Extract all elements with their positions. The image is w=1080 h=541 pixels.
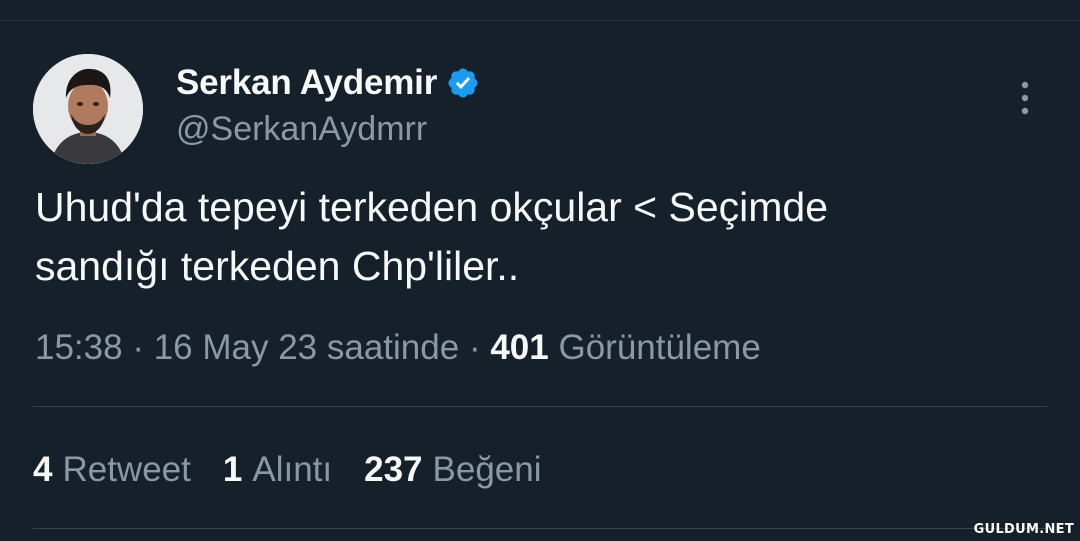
- tweet-stats: 4 Retweet 1 Alıntı 237 Beğeni: [33, 450, 574, 490]
- retweets-count: 4: [33, 450, 53, 489]
- quotes-count: 1: [222, 450, 243, 489]
- top-divider: [0, 20, 1080, 21]
- likes-count: 237: [364, 450, 423, 489]
- divider: [33, 528, 1047, 529]
- tweet-text-line: sandığı terkeden Chp'liler..: [35, 243, 520, 289]
- quotes-label: Alıntı: [252, 450, 333, 489]
- divider: [33, 406, 1047, 407]
- retweets-label: Retweet: [62, 450, 191, 489]
- retweets-stat[interactable]: 4 Retweet: [33, 450, 191, 490]
- likes-label: Beğeni: [432, 450, 542, 489]
- meta-separator: ·: [468, 328, 481, 367]
- tweet-screenshot: Serkan Aydemir @SerkanAydmrr Uhud'da tep…: [0, 0, 1080, 541]
- tweet-text-line: Uhud'da tepeyi terkeden okçular < Seçimd…: [35, 184, 828, 230]
- likes-stat[interactable]: 237 Beğeni: [364, 450, 541, 490]
- tweet-meta: 15:38 · 16 May 23 saatinde · 401 Görüntü…: [35, 328, 761, 368]
- verified-badge-icon: [448, 68, 478, 98]
- tweet-time[interactable]: 15:38: [35, 328, 123, 367]
- avatar[interactable]: [33, 54, 143, 164]
- display-name[interactable]: Serkan Aydemir: [176, 63, 437, 103]
- author-header: Serkan Aydemir: [176, 60, 480, 106]
- meta-separator: ·: [132, 328, 144, 367]
- quotes-stat[interactable]: 1 Alıntı: [223, 450, 332, 490]
- views-label: Görüntüleme: [558, 328, 761, 367]
- more-vertical-icon[interactable]: [1012, 78, 1038, 118]
- user-handle[interactable]: @SerkanAydmrr: [176, 110, 427, 149]
- views-count: 401: [490, 328, 549, 367]
- user-photo-icon: [33, 54, 143, 164]
- tweet-text: Uhud'da tepeyi terkeden okçular < Seçimd…: [35, 178, 1055, 296]
- watermark: GULDUM.NET: [973, 522, 1074, 537]
- tweet-date[interactable]: 16 May 23 saatinde: [154, 328, 459, 367]
